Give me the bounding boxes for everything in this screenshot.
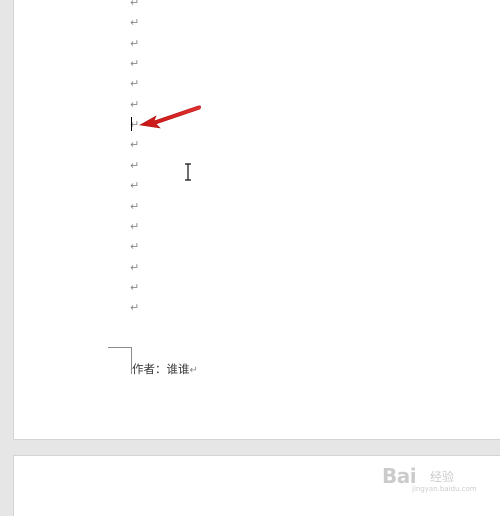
ibeam-cursor-icon [185,163,191,181]
baidu-jingyan-watermark: Bai 经验 jingyan.baidu.com [382,462,492,496]
red-arrow-annotation [139,105,201,129]
paragraph-mark: ↵ [130,280,140,294]
paragraph-mark: ↵ [130,57,140,71]
paragraph-mark: ↵ [130,77,140,91]
watermark-url: jingyan.baidu.com [412,485,477,493]
paragraph-mark: ↵ [130,240,140,254]
paragraph-mark: ↵ [130,260,140,274]
watermark-subtitle: 经验 [430,470,455,484]
author-line[interactable]: 作者：谁谁↵ [132,361,198,377]
paragraph-mark: ↵ [130,0,140,9]
paragraph-mark: ↵ [130,219,140,233]
text-caret [131,117,132,131]
paragraph-mark: ↵ [130,199,140,213]
paragraph-mark: ↵ [130,158,140,172]
paragraph-mark: ↵ [130,301,140,315]
paragraph-mark: ↵ [130,179,140,193]
document-page[interactable] [14,0,500,439]
author-paragraph-mark: ↵ [189,365,198,376]
watermark-logo: Bai [382,464,417,488]
header-corner-mark [108,347,132,374]
paragraph-mark: ↵ [130,138,140,152]
author-text: 作者：谁谁 [132,362,190,376]
paragraph-mark: ↵ [130,16,140,30]
paragraph-mark: ↵ [130,36,140,50]
